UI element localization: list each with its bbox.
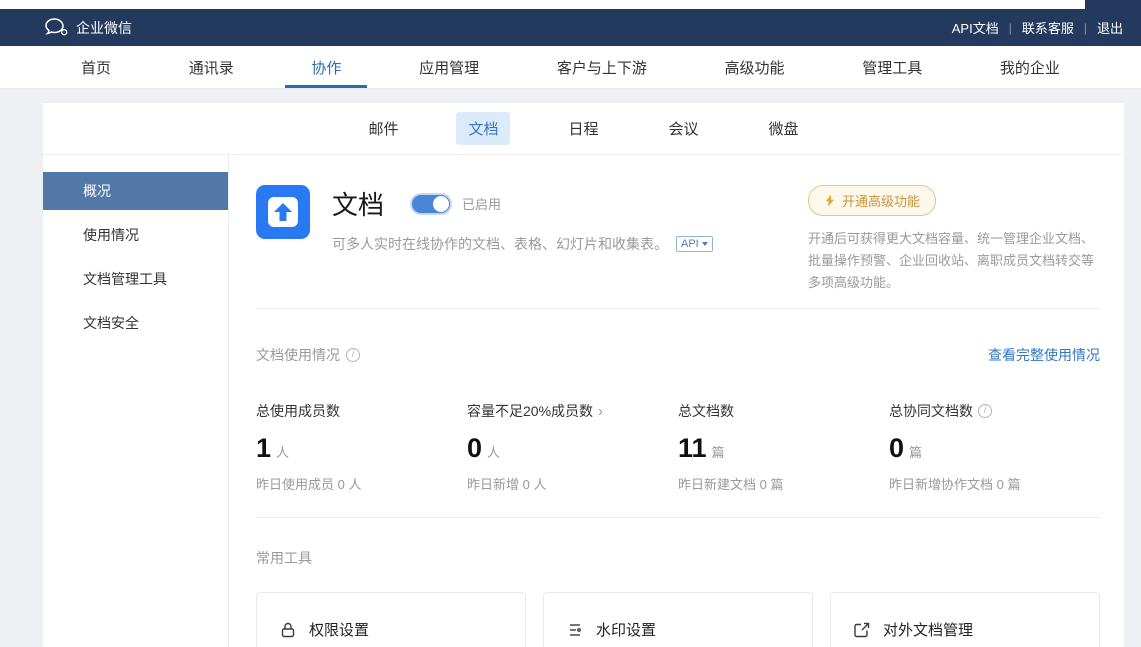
stat-sub: 昨日新增 0 人 xyxy=(467,474,678,493)
nav-item-app-management[interactable]: 应用管理 xyxy=(393,46,505,88)
separator: | xyxy=(1084,21,1087,35)
stat-total-docs: 总文档数 11 篇 昨日新建文档 0 篇 xyxy=(678,401,889,493)
stat-value: 11 xyxy=(678,433,707,464)
lightning-icon xyxy=(824,194,836,207)
top-strip xyxy=(0,0,1141,9)
app-description: 可多人实时在线协作的文档、表格、幻灯片和收集表。 xyxy=(332,234,668,254)
tools-section-title: 常用工具 xyxy=(256,548,1100,568)
info-icon[interactable]: i xyxy=(978,404,992,418)
card-body: 概况 使用情况 文档管理工具 文档安全 xyxy=(43,155,1124,647)
tool-card-permissions[interactable]: 权限设置 设置企业内外的访问权限 xyxy=(256,592,526,647)
watermark-icon xyxy=(566,621,584,639)
stat-sub: 昨日使用成员 0 人 xyxy=(256,474,467,493)
stat-low-capacity-members: 容量不足20%成员数 › 0 人 昨日新增 0 人 xyxy=(467,401,678,493)
divider xyxy=(256,308,1100,309)
app-header: 文档 已启用 可多人实时在线协作的文档、表格、幻灯片和收集表。 API xyxy=(256,185,1100,294)
stat-unit: 人 xyxy=(487,442,500,461)
premium-description: 开通后可获得更大文档容量、统一管理企业文档、批量操作预警、企业回收站、离职成员文… xyxy=(808,228,1100,294)
topbar: 企业微信 API文档 | 联系客服 | 退出 xyxy=(0,9,1141,46)
tool-card-external-docs[interactable]: 对外文档管理 查看和管理允许企业外访问的文档 xyxy=(830,592,1100,647)
premium-block: 开通高级功能 开通后可获得更大文档容量、统一管理企业文档、批量操作预警、企业回收… xyxy=(808,185,1100,294)
stat-unit: 人 xyxy=(276,442,289,461)
nav-item-collaboration[interactable]: 协作 xyxy=(285,46,367,88)
sidebar-item-overview[interactable]: 概况 xyxy=(43,172,228,210)
divider xyxy=(256,517,1100,518)
usage-stats: 总使用成员数 1 人 昨日使用成员 0 人 容量不足20%成员数 › xyxy=(256,401,1100,493)
stat-unit: 篇 xyxy=(712,442,725,461)
nav-item-home[interactable]: 首页 xyxy=(55,46,137,88)
stat-collab-docs: 总协同文档数 i 0 篇 昨日新增协作文档 0 篇 xyxy=(889,401,1100,493)
stat-label: 总协同文档数 xyxy=(889,401,973,421)
logout-link[interactable]: 退出 xyxy=(1097,18,1123,37)
app-info: 文档 已启用 可多人实时在线协作的文档、表格、幻灯片和收集表。 API xyxy=(332,185,713,294)
upgrade-premium-label: 开通高级功能 xyxy=(842,191,920,210)
subnav: 邮件 文档 日程 会议 微盘 xyxy=(43,103,1124,155)
nav-item-contacts[interactable]: 通讯录 xyxy=(163,46,260,88)
subnav-item-mail[interactable]: 邮件 xyxy=(356,112,410,145)
info-icon[interactable]: i xyxy=(346,348,360,362)
tool-card-title: 权限设置 xyxy=(309,619,369,640)
nav-item-my-enterprise[interactable]: 我的企业 xyxy=(974,46,1086,88)
status-text: 已启用 xyxy=(462,194,501,213)
subnav-item-drive[interactable]: 微盘 xyxy=(757,112,811,145)
sidebar-item-doc-security[interactable]: 文档安全 xyxy=(43,304,228,342)
separator: | xyxy=(1009,21,1012,35)
topbar-links: API文档 | 联系客服 | 退出 xyxy=(952,18,1123,37)
subnav-item-docs[interactable]: 文档 xyxy=(456,112,510,145)
brand-name: 企业微信 xyxy=(76,18,132,38)
chevron-right-icon[interactable]: › xyxy=(598,403,603,420)
scrollbar-thumb[interactable] xyxy=(1085,0,1141,9)
subnav-item-meeting[interactable]: 会议 xyxy=(657,112,711,145)
stat-label: 容量不足20%成员数 xyxy=(467,401,593,421)
stat-label: 总使用成员数 xyxy=(256,401,340,421)
main-card: 邮件 文档 日程 会议 微盘 概况 使用情况 文档管理工具 文档安全 xyxy=(43,103,1124,647)
api-label: API xyxy=(681,238,699,250)
app-title: 文档 xyxy=(332,185,384,222)
docs-app-icon xyxy=(256,185,310,239)
app-header-left: 文档 已启用 可多人实时在线协作的文档、表格、幻灯片和收集表。 API xyxy=(256,185,713,294)
sidebar-item-doc-tools[interactable]: 文档管理工具 xyxy=(43,260,228,298)
stat-total-members: 总使用成员数 1 人 昨日使用成员 0 人 xyxy=(256,401,467,493)
stat-value: 1 xyxy=(256,433,271,464)
nav-item-advanced-features[interactable]: 高级功能 xyxy=(699,46,811,88)
usage-title-text: 文档使用情况 xyxy=(256,345,340,365)
stat-value: 0 xyxy=(889,433,904,464)
stat-unit: 篇 xyxy=(909,442,922,461)
api-dropdown[interactable]: API xyxy=(676,236,713,252)
tool-card-title: 对外文档管理 xyxy=(883,619,973,640)
stat-sub: 昨日新增协作文档 0 篇 xyxy=(889,474,1100,493)
panel: 文档 已启用 可多人实时在线协作的文档、表格、幻灯片和收集表。 API xyxy=(229,155,1124,647)
api-docs-link[interactable]: API文档 xyxy=(952,18,999,37)
contact-support-link[interactable]: 联系客服 xyxy=(1022,18,1074,37)
tools-title-text: 常用工具 xyxy=(256,548,312,568)
usage-header: 文档使用情况 i 查看完整使用情况 xyxy=(256,345,1100,365)
tool-cards: 权限设置 设置企业内外的访问权限 水印设置 xyxy=(256,592,1100,647)
subnav-item-calendar[interactable]: 日程 xyxy=(556,112,610,145)
lock-icon xyxy=(279,621,297,639)
external-doc-icon xyxy=(853,621,871,639)
enable-toggle[interactable] xyxy=(410,193,452,215)
nav-item-customers[interactable]: 客户与上下游 xyxy=(531,46,673,88)
nav-item-admin-tools[interactable]: 管理工具 xyxy=(836,46,948,88)
chevron-down-icon xyxy=(702,242,708,246)
upgrade-premium-button[interactable]: 开通高级功能 xyxy=(808,185,936,216)
content-area: 邮件 文档 日程 会议 微盘 概况 使用情况 文档管理工具 文档安全 xyxy=(0,89,1141,647)
main-nav: 首页 通讯录 协作 应用管理 客户与上下游 高级功能 管理工具 我的企业 xyxy=(0,46,1141,89)
tool-card-title: 水印设置 xyxy=(596,619,656,640)
stat-label: 总文档数 xyxy=(678,401,734,421)
tool-card-watermark[interactable]: 水印设置 为企业内文档开启水印，数据泄露事件可追 xyxy=(543,592,813,647)
toggle-knob xyxy=(433,196,449,212)
stat-sub: 昨日新建文档 0 篇 xyxy=(678,474,889,493)
wecom-logo-icon xyxy=(44,18,68,37)
usage-section-title: 文档使用情况 i xyxy=(256,345,360,365)
sidebar-item-usage[interactable]: 使用情况 xyxy=(43,216,228,254)
view-full-usage-link[interactable]: 查看完整使用情况 xyxy=(988,345,1100,365)
sidebar: 概况 使用情况 文档管理工具 文档安全 xyxy=(43,155,229,647)
stat-value: 0 xyxy=(467,433,482,464)
brand: 企业微信 xyxy=(44,18,132,38)
